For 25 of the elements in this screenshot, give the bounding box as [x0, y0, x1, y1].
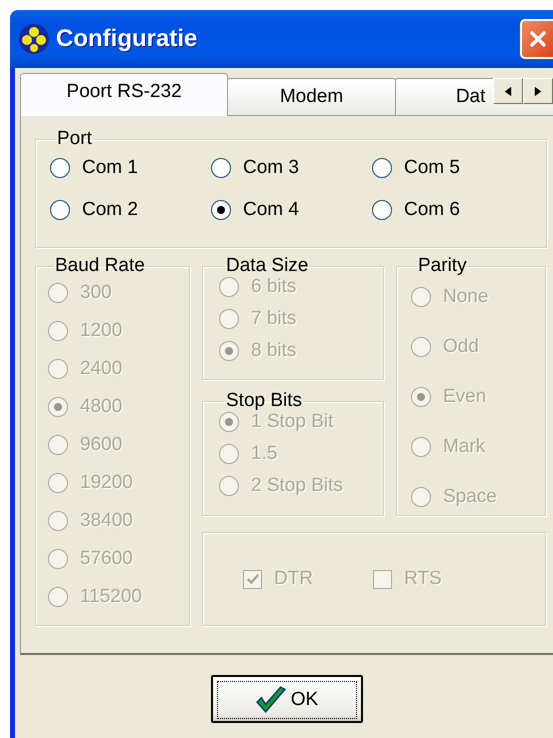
right-arrow-icon	[534, 86, 542, 96]
ball-icon	[18, 23, 50, 55]
checkbox-icon	[373, 570, 392, 588]
ok-button[interactable]: OK	[210, 675, 362, 723]
radio-option[interactable]: Com 1	[50, 156, 211, 180]
radio-option[interactable]: Com 6	[372, 198, 532, 222]
checkbox-icon	[243, 570, 262, 588]
scroll-left-button[interactable]	[493, 78, 523, 104]
left-arrow-icon	[504, 86, 512, 96]
radio-option[interactable]: Com 2	[50, 198, 211, 222]
radio-option[interactable]: Com 5	[372, 156, 532, 180]
group-label: Data Size	[225, 257, 310, 275]
window-title: Configuratie	[56, 25, 198, 53]
radio-option[interactable]: Com 4	[211, 198, 372, 222]
close-button[interactable]	[520, 19, 553, 59]
tab[interactable]: Poort RS-232	[20, 73, 228, 116]
close-icon	[528, 29, 548, 49]
group-label: Port	[56, 130, 93, 148]
scroll-right-button[interactable]	[523, 78, 553, 104]
tab[interactable]: Modem	[227, 78, 396, 115]
group-label: Stop Bits	[225, 392, 304, 410]
radio-option[interactable]: Com 3	[211, 156, 372, 180]
checkmark-icon	[254, 684, 287, 716]
group-label: Parity	[417, 257, 468, 275]
group-label: Baud Rate	[54, 257, 146, 275]
